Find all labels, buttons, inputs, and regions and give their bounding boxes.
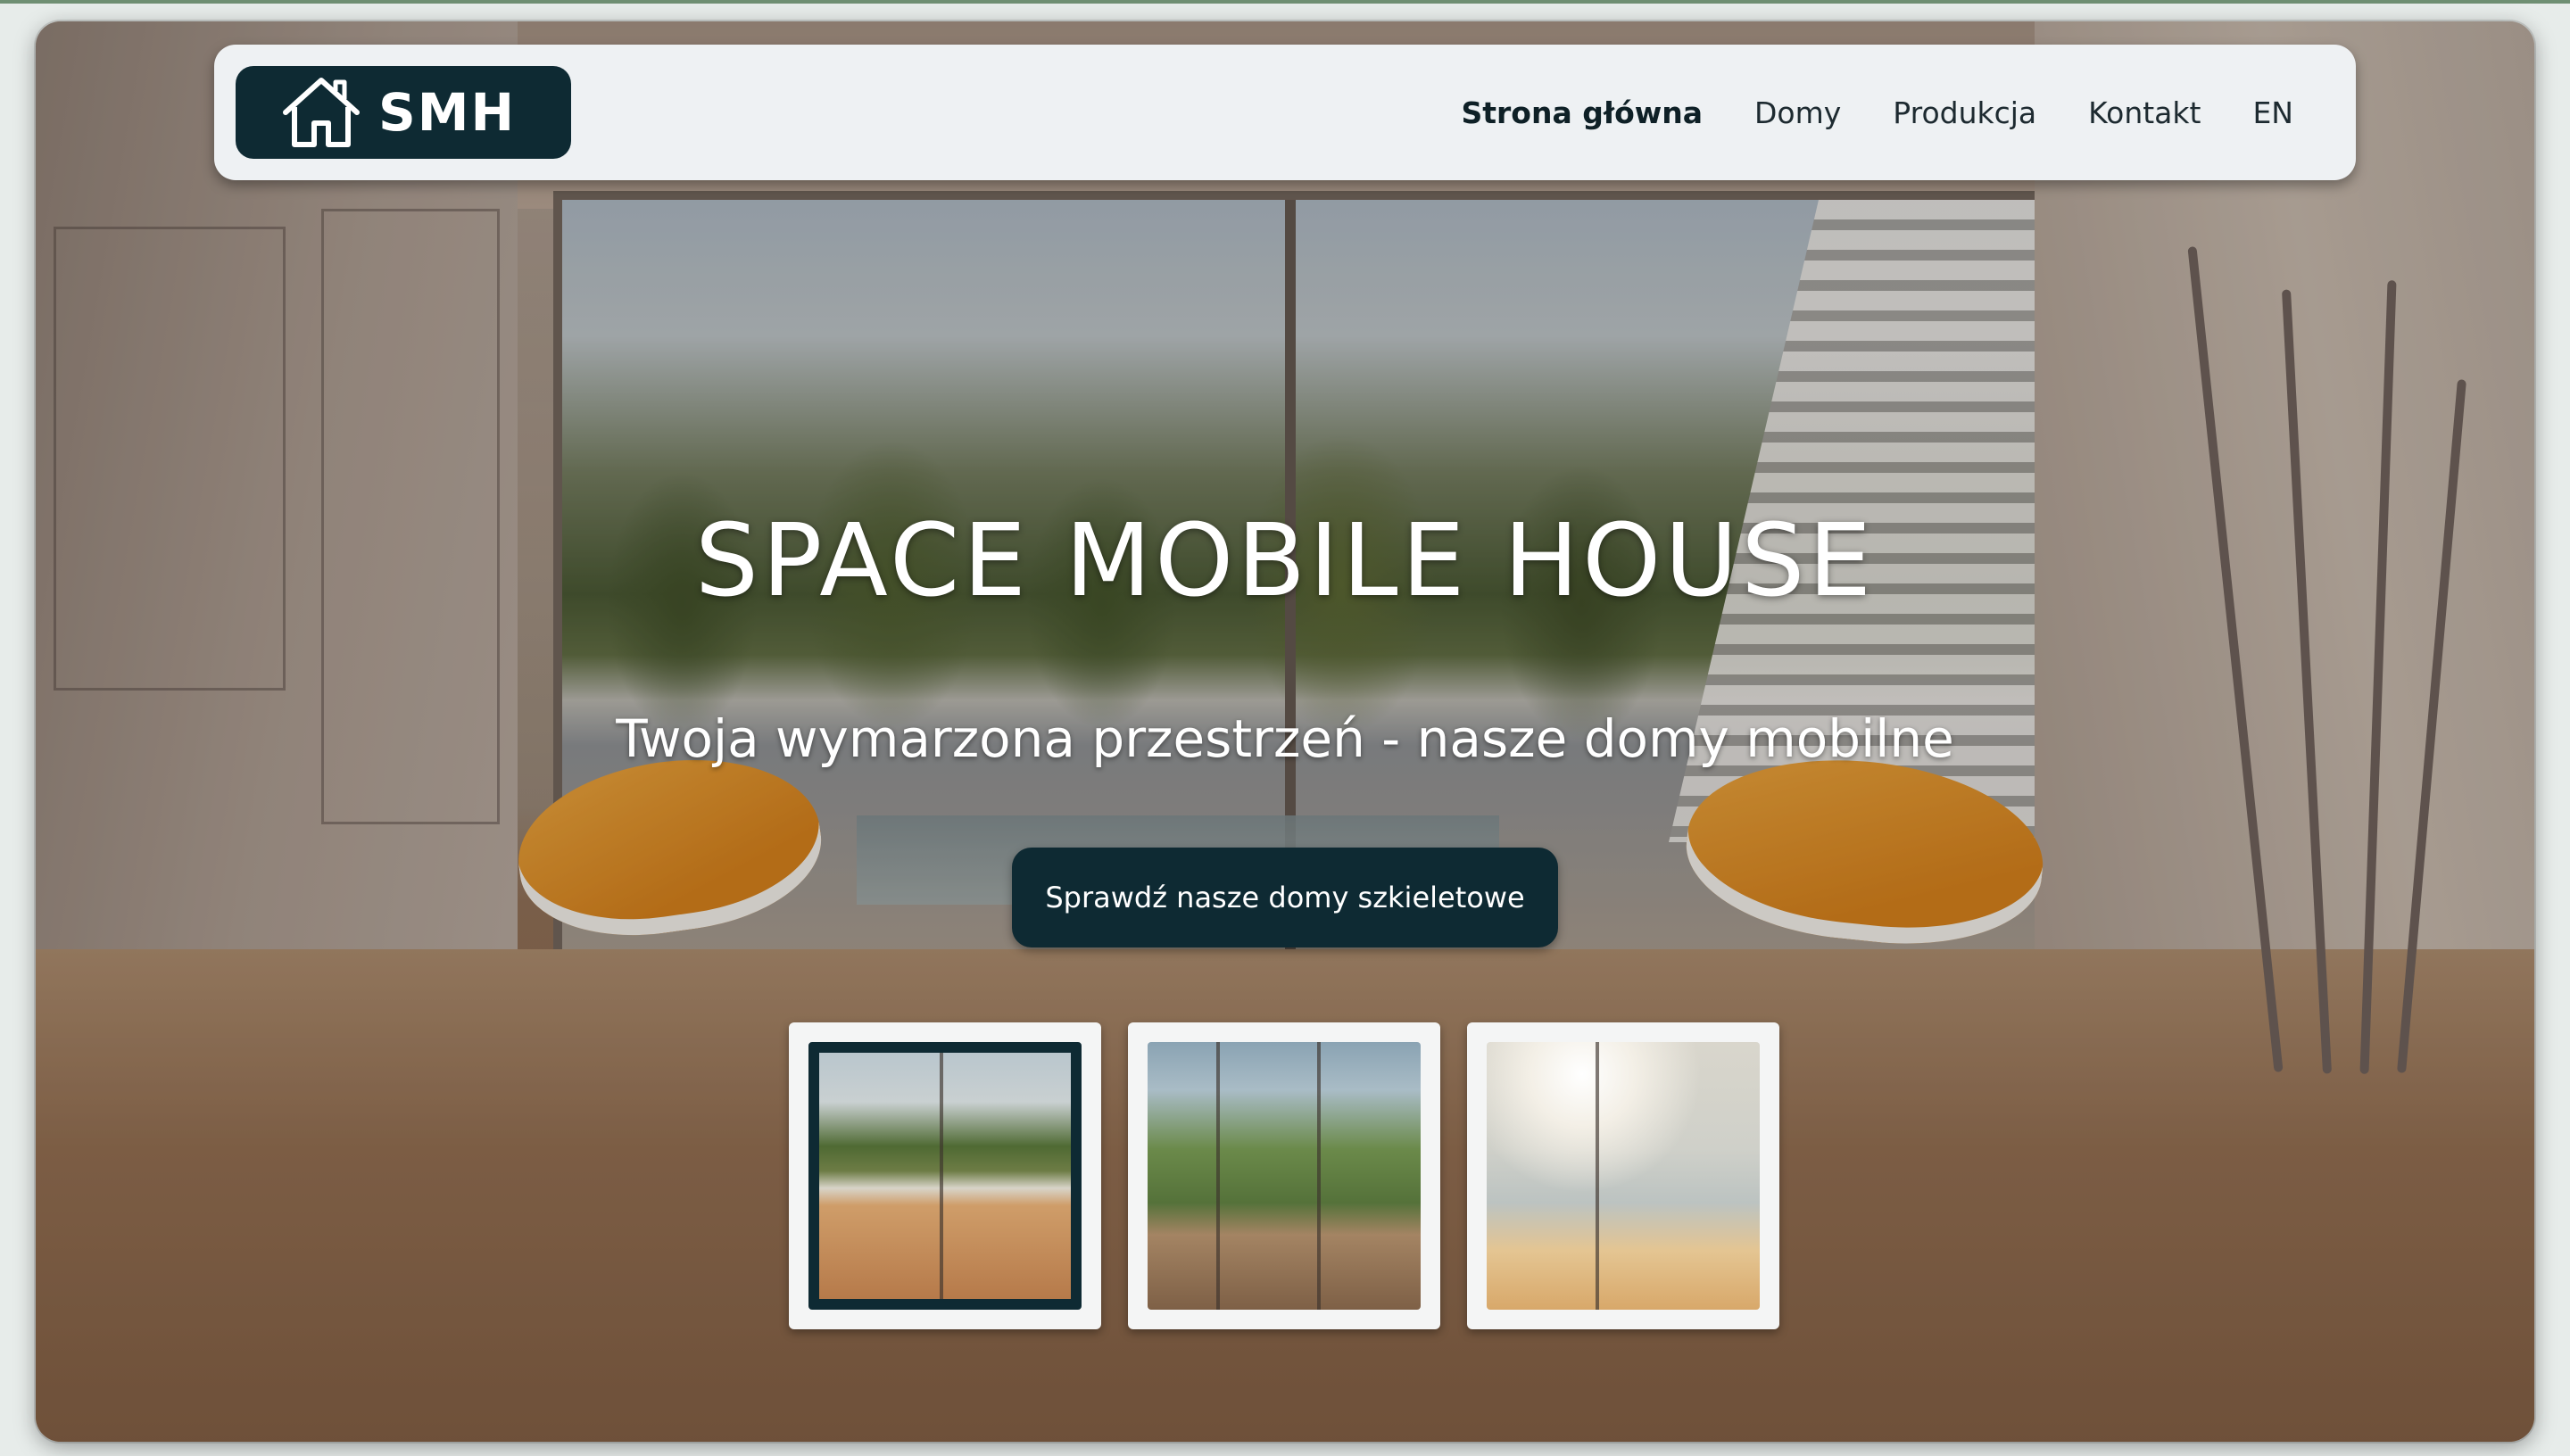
thumbnail-image bbox=[1148, 1042, 1421, 1310]
page: SMH Strona główna Domy Produkcja Kontakt… bbox=[0, 0, 2570, 1456]
thumbnail-image bbox=[808, 1042, 1082, 1310]
thumbnail-2[interactable] bbox=[1128, 1022, 1440, 1329]
navbar: SMH Strona główna Domy Produkcja Kontakt… bbox=[214, 45, 2356, 180]
logo[interactable]: SMH bbox=[236, 66, 571, 159]
thumbnail-image bbox=[1487, 1042, 1760, 1310]
logo-text: SMH bbox=[378, 82, 517, 143]
nav-links: Strona główna Domy Produkcja Kontakt EN bbox=[1461, 45, 2293, 180]
nav-item-contact[interactable]: Kontakt bbox=[2088, 95, 2201, 130]
window-frame bbox=[1596, 1042, 1600, 1310]
window-frame bbox=[940, 1053, 944, 1299]
hero-subtitle: Twoja wymarzona przestrzeń - nasze domy … bbox=[616, 708, 1954, 769]
thumbnail-1[interactable] bbox=[789, 1022, 1101, 1329]
thumbnail-3[interactable] bbox=[1467, 1022, 1779, 1329]
thumbnail-gallery bbox=[789, 1022, 1781, 1329]
cta-button[interactable]: Sprawdź nasze domy szkieletowe bbox=[1012, 848, 1558, 947]
hero-title: SPACE MOBILE HOUSE bbox=[694, 503, 1876, 619]
window-frame bbox=[1316, 1042, 1321, 1310]
house-icon bbox=[283, 78, 360, 147]
language-switch[interactable]: EN bbox=[2252, 95, 2293, 130]
nav-item-production[interactable]: Produkcja bbox=[1893, 95, 2036, 130]
nav-item-home[interactable]: Strona główna bbox=[1461, 95, 1703, 130]
nav-item-houses[interactable]: Domy bbox=[1754, 95, 1841, 130]
window-frame bbox=[1215, 1042, 1220, 1310]
